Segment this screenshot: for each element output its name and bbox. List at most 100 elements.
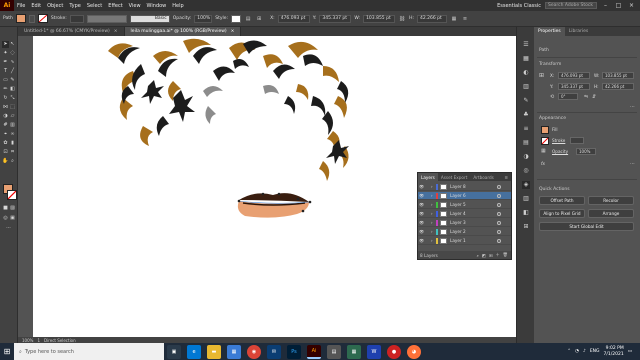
style-dropdown[interactable] <box>231 14 242 23</box>
lasso-tool-icon[interactable]: ◌ <box>9 50 16 57</box>
blend-tool-icon[interactable]: ∞ <box>9 131 16 138</box>
taskbar-search-input[interactable]: ⌕ Type here to search <box>14 343 164 360</box>
visibility-eye-icon[interactable]: 👁 <box>418 211 425 216</box>
notifications-icon[interactable]: ▭ <box>628 349 632 354</box>
opacity-field[interactable]: 100% <box>576 148 596 155</box>
fill-dropdown[interactable] <box>28 14 35 23</box>
panel-menu-icon[interactable]: ≡ <box>504 175 511 180</box>
mesh-tool-icon[interactable]: # <box>2 122 9 129</box>
brush-dropdown[interactable]: Basic <box>129 14 170 23</box>
curvature-tool-icon[interactable]: ∿ <box>9 59 16 66</box>
perspective-grid-icon[interactable]: ▱ <box>9 113 16 120</box>
visibility-eye-icon[interactable]: 👁 <box>418 193 425 198</box>
new-layer-icon[interactable]: ＋ <box>495 252 499 258</box>
visibility-eye-icon[interactable]: 👁 <box>418 238 425 243</box>
target-circle-icon[interactable] <box>497 220 501 225</box>
volume-icon[interactable]: ♪ <box>583 349 586 354</box>
fill-swatch[interactable] <box>15 14 26 23</box>
layer-name[interactable]: Layer 5 <box>450 202 466 207</box>
artboard-tool-icon[interactable]: ⊡ <box>2 149 9 156</box>
opacity-field[interactable]: 100% <box>194 14 213 23</box>
layer-name[interactable]: Layer 3 <box>450 220 466 225</box>
gradient-icon[interactable]: ▤ <box>522 139 530 147</box>
eyedropper-tool-icon[interactable]: ⌖ <box>2 131 9 138</box>
shape-builder-icon[interactable]: ◑ <box>2 113 9 120</box>
stroke-swatch[interactable] <box>541 137 549 145</box>
gradient-tool-icon[interactable]: ▥ <box>9 122 16 129</box>
menu-help[interactable]: Help <box>169 3 186 9</box>
width-tool-icon[interactable]: ⋈ <box>2 104 9 111</box>
recolor-button[interactable]: Recolor <box>588 196 634 205</box>
menu-effect[interactable]: Effect <box>105 3 125 9</box>
transform-icon[interactable]: ⊞ <box>255 15 263 23</box>
windows-start-icon[interactable]: ⊞ <box>0 343 14 360</box>
firefox-icon[interactable]: ◕ <box>407 344 421 359</box>
more-options-icon[interactable]: ··· <box>630 161 635 167</box>
menu-object[interactable]: Object <box>44 3 66 9</box>
free-transform-icon[interactable]: ⬚ <box>9 104 16 111</box>
graph-tool-icon[interactable]: ▮ <box>9 140 16 147</box>
h-field[interactable]: 42.266 pt <box>416 14 447 23</box>
tray-chevron-icon[interactable]: ⌃ <box>567 349 571 354</box>
arrange-button[interactable]: Arrange <box>588 209 634 218</box>
pen-tool-icon[interactable]: ✒ <box>2 59 9 66</box>
screen-mode-icon[interactable]: ▣ <box>9 215 16 222</box>
workspace-switcher[interactable]: Essentials Classic <box>497 3 541 9</box>
mail-icon[interactable]: ✉ <box>267 344 281 359</box>
more-options-icon[interactable]: ··· <box>630 104 635 110</box>
angle-field[interactable]: 0° <box>558 93 578 100</box>
tab-libraries[interactable]: Libraries <box>565 27 592 36</box>
layer-name[interactable]: Layer 6 <box>450 193 466 198</box>
stroke-swatch[interactable] <box>37 14 48 23</box>
menu-select[interactable]: Select <box>84 3 105 9</box>
symbol-sprayer-icon[interactable]: ✿ <box>2 140 9 147</box>
app-icon[interactable]: ▤ <box>327 344 341 359</box>
layer-row[interactable]: 👁 › Layer 8 <box>418 183 511 191</box>
flip-vertical-icon[interactable]: ⇵ <box>592 94 596 100</box>
task-view-icon[interactable]: ▣ <box>167 344 181 359</box>
artboard-nav[interactable]: 1 <box>37 338 40 343</box>
close-button[interactable]: × <box>627 2 636 9</box>
clipping-mask-icon[interactable]: ◩ <box>482 253 486 258</box>
delete-layer-icon[interactable]: 🗑 <box>503 252 511 258</box>
clock[interactable]: 9:02 PM 7/1/2021 <box>604 346 624 358</box>
tab-close-icon[interactable]: × <box>231 29 235 34</box>
symbols-icon[interactable]: ♣ <box>522 111 530 119</box>
layer-name[interactable]: Layer 1 <box>450 238 466 243</box>
stroke-label[interactable]: Stroke <box>552 138 565 143</box>
color-mode-icon[interactable]: ■ <box>2 205 9 212</box>
swatches-icon[interactable]: ▥ <box>522 83 530 91</box>
menu-edit[interactable]: Edit <box>28 3 44 9</box>
tab-artboards[interactable]: Artboards <box>470 173 497 181</box>
layer-name[interactable]: Layer 2 <box>450 229 466 234</box>
reference-point-icon[interactable]: ⊞ <box>539 72 547 80</box>
appearance-icon[interactable]: ◎ <box>522 167 530 175</box>
layer-row[interactable]: 👁 › Layer 6 <box>418 192 511 200</box>
scale-tool-icon[interactable]: ⤡ <box>9 95 16 102</box>
align-icon[interactable]: ▥ <box>522 195 530 203</box>
tab-untitled[interactable]: Untitled-1* @ 66.67% (CMYK/Preview) × <box>18 27 125 36</box>
eraser-tool-icon[interactable]: ◧ <box>9 86 16 93</box>
word-icon[interactable]: W <box>367 344 381 359</box>
layer-name[interactable]: Layer 4 <box>450 211 466 216</box>
variable-width-dropdown[interactable] <box>86 14 127 23</box>
fx-icon[interactable]: fx <box>541 161 545 166</box>
network-icon[interactable]: ◔ <box>575 349 579 354</box>
color-icon[interactable]: ◐ <box>522 69 530 77</box>
edge-icon[interactable]: e <box>187 344 201 359</box>
visibility-eye-icon[interactable]: 👁 <box>418 229 425 234</box>
draw-mode-icon[interactable]: ◎ <box>2 215 9 222</box>
sheets-icon[interactable]: ▦ <box>347 344 361 359</box>
target-circle-icon[interactable] <box>497 211 501 216</box>
locate-object-icon[interactable]: ⌕ <box>477 253 479 258</box>
target-circle-icon[interactable] <box>497 193 501 198</box>
tab-asset-export[interactable]: Asset Export <box>438 173 471 181</box>
recorder-icon[interactable]: ● <box>387 344 401 359</box>
slice-tool-icon[interactable]: ⌗ <box>9 149 16 156</box>
target-circle-icon[interactable] <box>497 238 501 243</box>
opacity-label[interactable]: Opacity <box>552 149 568 154</box>
store-icon[interactable]: ▦ <box>227 344 241 359</box>
w-field[interactable]: 103.855 pt <box>602 72 634 79</box>
tab-layers[interactable]: Layers <box>418 173 438 181</box>
line-tool-icon[interactable]: ╱ <box>9 68 16 75</box>
